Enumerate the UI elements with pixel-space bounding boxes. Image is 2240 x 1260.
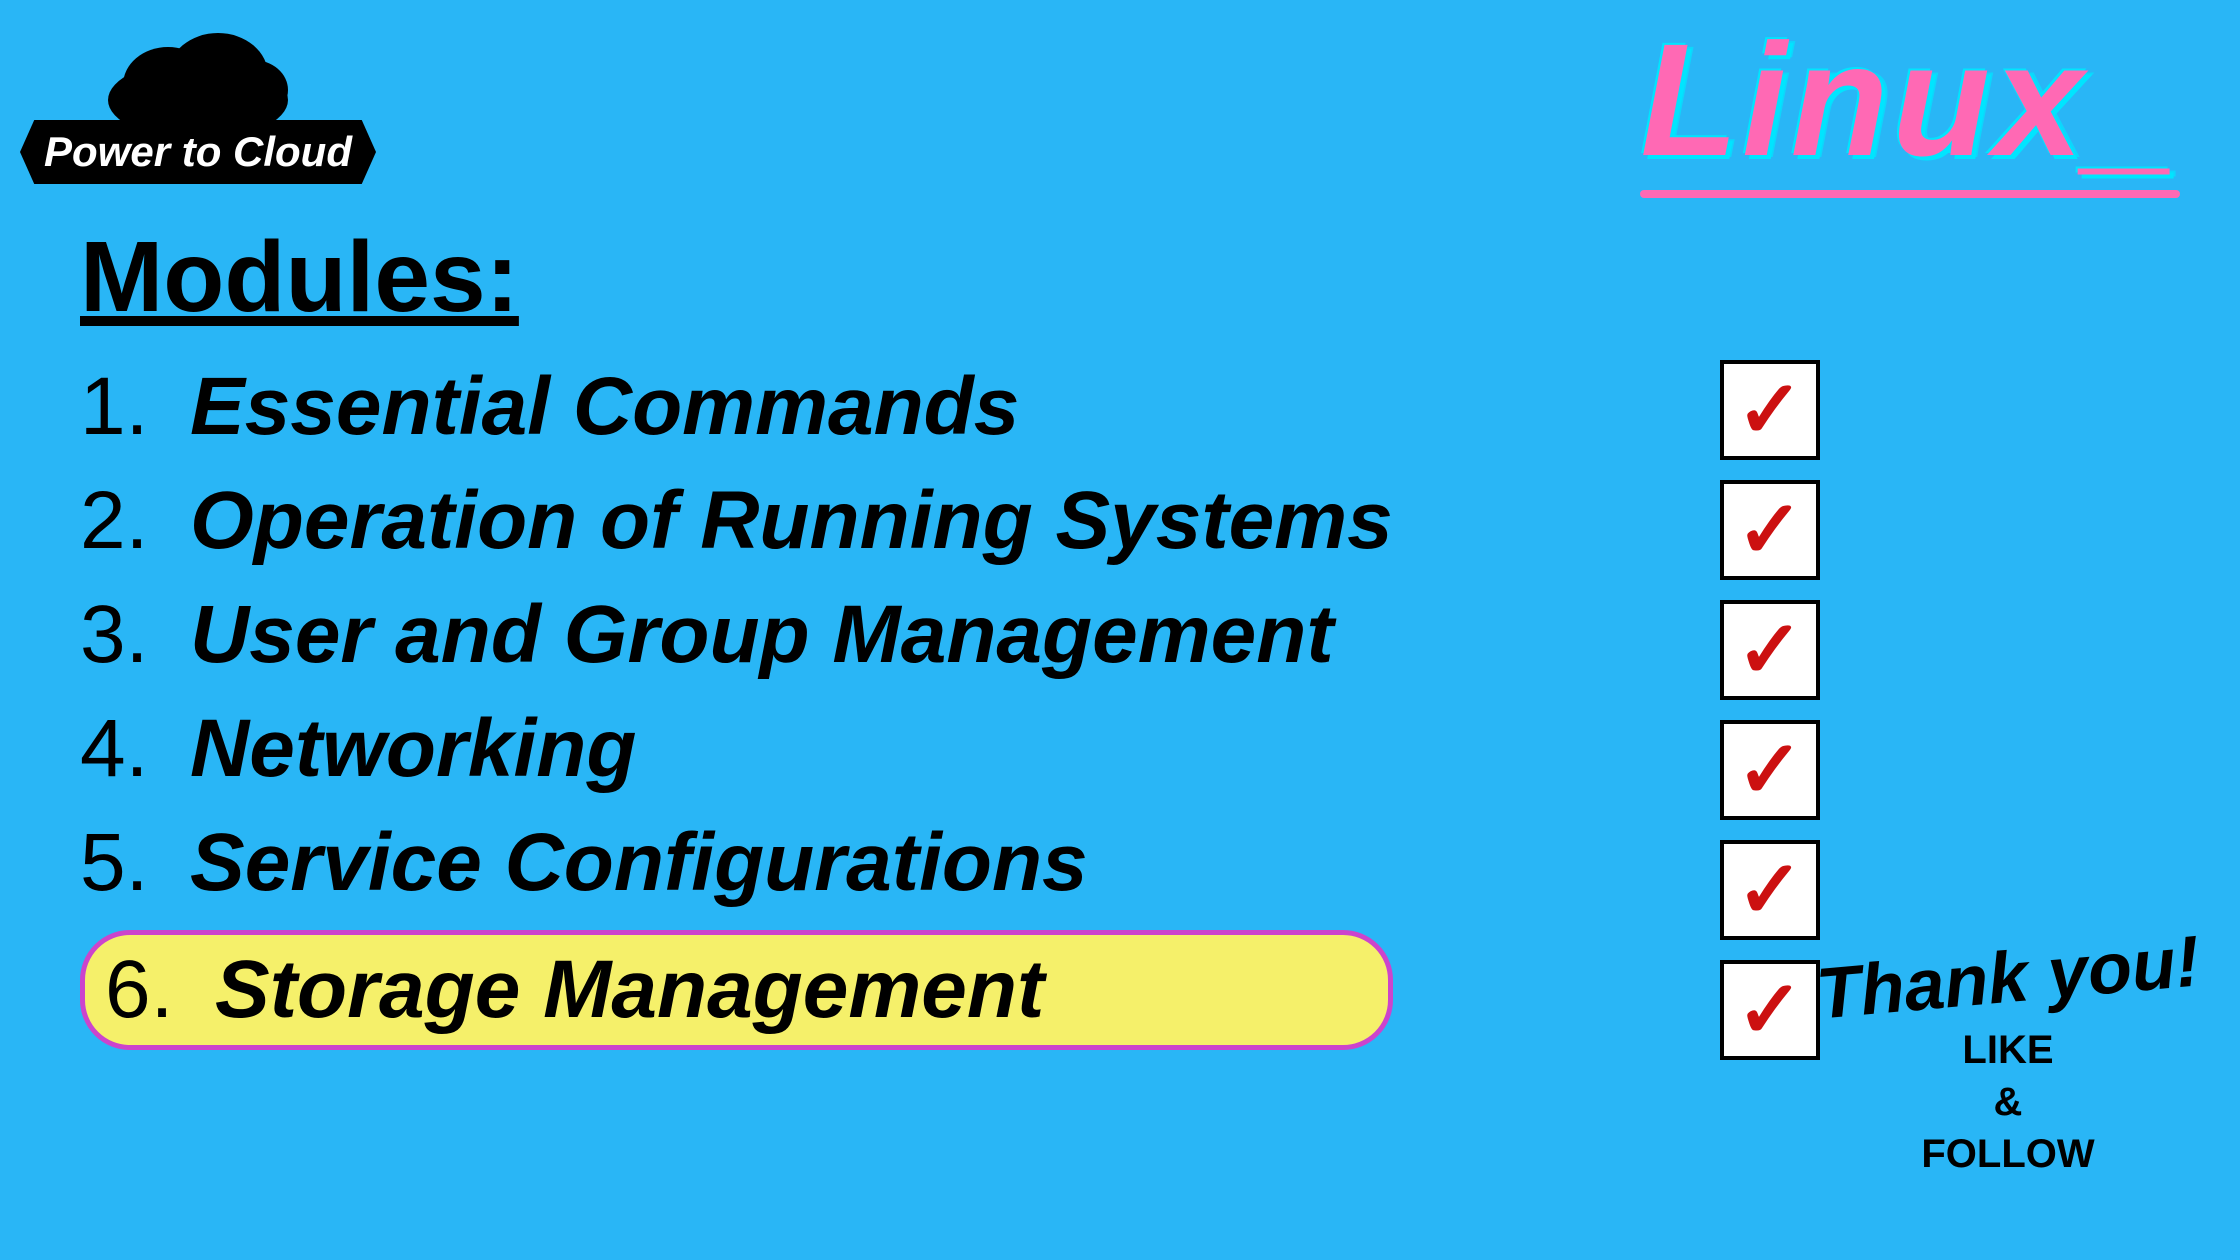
module-item-6: 6. Storage Management xyxy=(80,930,1393,1050)
module-number-3: 3. xyxy=(80,588,190,682)
thankyou-text: Thank you! xyxy=(1814,925,2203,1030)
check-mark-5: ✓ xyxy=(1736,850,1803,930)
checkbox-2: ✓ xyxy=(1720,480,1820,580)
check-mark-6: ✓ xyxy=(1736,970,1803,1050)
module-label-1: Essential Commands xyxy=(190,360,1019,454)
check-mark-2: ✓ xyxy=(1736,490,1803,570)
logo-area: Power to Cloud xyxy=(20,20,376,184)
checkbox-6: ✓ xyxy=(1720,960,1820,1060)
like-follow-text: LIKE & FOLLOW xyxy=(1816,1024,2200,1180)
module-item-4: 4. Networking xyxy=(80,702,1393,796)
check-mark-1: ✓ xyxy=(1736,370,1803,450)
module-number-6: 6. xyxy=(105,943,215,1037)
module-number-4: 4. xyxy=(80,702,190,796)
module-label-2: Operation of Running Systems xyxy=(190,474,1393,568)
module-item-3: 3. User and Group Management xyxy=(80,588,1393,682)
check-mark-3: ✓ xyxy=(1736,610,1803,690)
module-item-2: 2. Operation of Running Systems xyxy=(80,474,1393,568)
module-list: 1. Essential Commands 2. Operation of Ru… xyxy=(80,360,1393,1070)
linux-title: Linux_ xyxy=(1640,20,2180,198)
modules-heading: Modules: xyxy=(80,220,519,335)
checkbox-3: ✓ xyxy=(1720,600,1820,700)
module-number-5: 5. xyxy=(80,816,190,910)
module-number-2: 2. xyxy=(80,474,190,568)
module-number-1: 1. xyxy=(80,360,190,454)
module-label-4: Networking xyxy=(190,702,636,796)
checkbox-4: ✓ xyxy=(1720,720,1820,820)
checkbox-column: ✓ ✓ ✓ ✓ ✓ ✓ xyxy=(1720,360,1820,1060)
module-item-5: 5. Service Configurations xyxy=(80,816,1393,910)
module-label-3: User and Group Management xyxy=(190,588,1334,682)
checkbox-5: ✓ xyxy=(1720,840,1820,940)
thankyou-section: Thank you! LIKE & FOLLOW xyxy=(1816,942,2200,1180)
module-label-5: Service Configurations xyxy=(190,816,1088,910)
logo-banner: Power to Cloud xyxy=(20,120,376,184)
module-item-1: 1. Essential Commands xyxy=(80,360,1393,454)
checkbox-1: ✓ xyxy=(1720,360,1820,460)
module-label-6: Storage Management xyxy=(215,943,1044,1037)
check-mark-4: ✓ xyxy=(1736,730,1803,810)
